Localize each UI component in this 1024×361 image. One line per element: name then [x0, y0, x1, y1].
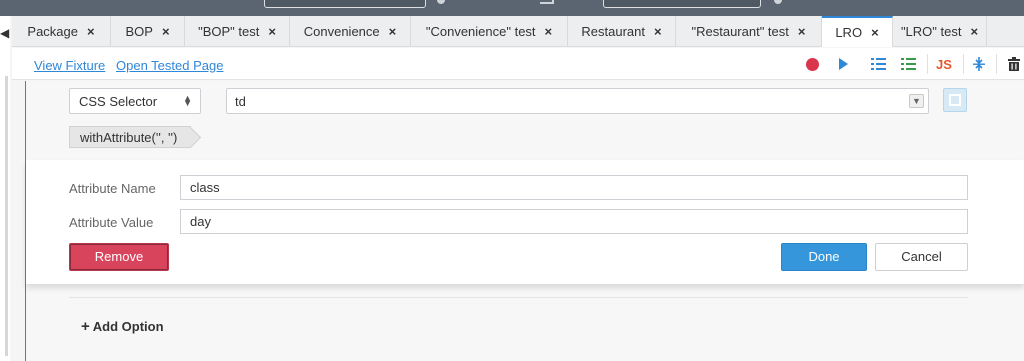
cancel-button[interactable]: Cancel [875, 243, 968, 271]
toolbar-divider [963, 54, 964, 74]
element-picker-button[interactable] [943, 88, 967, 112]
tab-bar: Package × BOP × "BOP" test × Convenience… [12, 16, 1024, 47]
top-dark-bar [0, 0, 1024, 16]
add-option-label: Add Option [92, 319, 164, 334]
tab-label: Convenience [303, 23, 380, 39]
toolbar-divider [996, 54, 997, 74]
tab-convenience-test[interactable]: "Convenience" test × [411, 16, 568, 46]
play-icon[interactable] [839, 58, 848, 70]
tab-label: "Convenience" test [425, 23, 536, 39]
tab-restaurant[interactable]: Restaurant × [568, 16, 676, 46]
attribute-editor: Attribute Name class Attribute Value day… [26, 160, 1024, 284]
close-icon[interactable]: × [970, 24, 978, 39]
chevron-down-icon[interactable]: ▼ [909, 94, 924, 108]
collapse-arrow-icon[interactable]: ◀ [0, 26, 9, 40]
attribute-value-field[interactable]: day [180, 209, 968, 234]
close-icon[interactable]: × [389, 24, 397, 39]
close-icon[interactable]: × [268, 24, 276, 39]
tab-label: BOP [125, 23, 153, 39]
section-divider [69, 297, 968, 298]
tab-label: LRO [835, 25, 863, 40]
selector-type-select[interactable]: CSS Selector ▲ ▼ [69, 88, 201, 114]
attribute-value-label: Attribute Value [69, 215, 154, 230]
top-marker-icon [774, 0, 782, 4]
top-dropdown-left[interactable] [264, 0, 426, 8]
close-icon[interactable]: × [545, 24, 553, 39]
trash-icon[interactable] [1006, 56, 1022, 72]
filter-chip[interactable]: withAttribute('', '') [69, 126, 191, 148]
done-button[interactable]: Done [781, 243, 867, 271]
tab-label: Restaurant [581, 23, 645, 39]
toolbar-divider [927, 54, 928, 74]
close-icon[interactable]: × [162, 24, 170, 39]
tab-convenience[interactable]: Convenience × [290, 16, 411, 46]
tab-label: Package [27, 23, 78, 39]
top-check-icon [540, 0, 554, 4]
remove-button[interactable]: Remove [69, 243, 169, 271]
tab-label: "BOP" test [198, 23, 260, 39]
sort-arrows-icon: ▲ ▼ [183, 93, 192, 108]
list-indent-icon[interactable] [870, 56, 886, 72]
css-selector-value: td [235, 94, 246, 109]
tab-lro-test[interactable]: "LRO" test × [893, 16, 987, 46]
open-tested-page-link[interactable]: Open Tested Page [116, 58, 223, 73]
left-edge: ◀ [0, 16, 10, 361]
record-icon[interactable] [806, 58, 819, 71]
tab-bop-test[interactable]: "BOP" test × [185, 16, 290, 46]
close-icon[interactable]: × [654, 24, 662, 39]
view-fixture-link[interactable]: View Fixture [34, 58, 105, 73]
tab-bop[interactable]: BOP × [111, 16, 185, 46]
left-scrollbar[interactable] [5, 76, 8, 356]
top-dropdown-right[interactable] [603, 0, 761, 8]
tab-lro[interactable]: LRO × [822, 16, 893, 47]
close-icon[interactable]: × [798, 24, 806, 39]
toolbar: View Fixture Open Tested Page JS [12, 48, 1024, 80]
tab-package[interactable]: Package × [12, 16, 111, 46]
attribute-name-field[interactable]: class [180, 175, 968, 200]
css-selector-input[interactable]: td ▼ [226, 88, 929, 114]
close-icon[interactable]: × [871, 25, 879, 40]
add-option-button[interactable]: + Add Option [81, 318, 164, 335]
js-icon[interactable]: JS [936, 57, 952, 72]
tab-label: "LRO" test [900, 23, 962, 39]
attribute-name-label: Attribute Name [69, 181, 156, 196]
selector-panel: CSS Selector ▲ ▼ td ▼ withAttribute('', '… [25, 81, 1024, 361]
list-check-icon[interactable] [900, 56, 916, 72]
top-marker-icon [437, 0, 445, 4]
plus-icon: + [81, 318, 90, 335]
target-icon [949, 94, 961, 106]
collapse-icon[interactable] [971, 56, 987, 72]
close-icon[interactable]: × [87, 24, 95, 39]
selector-type-value: CSS Selector [79, 94, 158, 109]
tab-restaurant-test[interactable]: "Restaurant" test × [676, 16, 822, 46]
tab-label: "Restaurant" test [691, 23, 789, 39]
